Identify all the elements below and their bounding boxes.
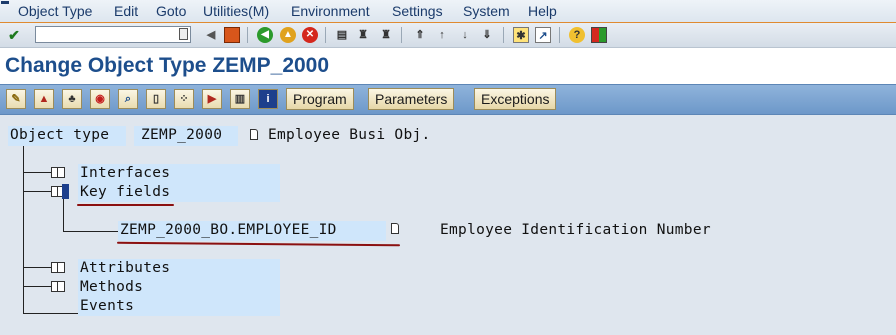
hierarchy-icon[interactable]: ♣	[62, 89, 82, 109]
key-field-name[interactable]: ZEMP_2000_BO.EMPLOYEE_ID	[120, 222, 337, 238]
back-icon[interactable]: ◀	[257, 27, 273, 43]
new-doc-icon[interactable]: ▯	[146, 89, 166, 109]
tree-branch	[23, 191, 51, 192]
application-toolbar: ✎ ▲ ♣ ◉ ⌕ ▯ ⁘ ▶ ▥ i Program Parameters E…	[0, 84, 896, 115]
tree-line-sub	[63, 199, 64, 231]
node-events[interactable]: Events	[80, 298, 134, 314]
menu-utilities[interactable]: Utilities(M)	[203, 3, 269, 19]
info-icon[interactable]: i	[258, 89, 278, 109]
expand-folder-icon[interactable]	[51, 167, 65, 178]
tree-branch	[63, 231, 118, 232]
command-field[interactable]	[35, 26, 191, 43]
program-button[interactable]: Program	[286, 88, 354, 110]
find-next-icon[interactable]: ♜	[378, 27, 394, 43]
help-icon[interactable]: ?	[569, 27, 585, 43]
menu-object-type[interactable]: Object Type	[18, 3, 92, 19]
tree-branch	[23, 313, 78, 314]
forward-icon[interactable]: ▶	[202, 89, 222, 109]
menu-system[interactable]: System	[463, 3, 510, 19]
menu-edit[interactable]: Edit	[114, 3, 138, 19]
document-icon	[391, 223, 399, 234]
shortcut-icon[interactable]: ↗	[535, 27, 551, 43]
last-page-icon[interactable]: ⇓	[479, 27, 495, 43]
next-page-icon[interactable]: ↓	[457, 27, 473, 43]
system-menu-icon[interactable]	[1, 1, 9, 4]
node-methods[interactable]: Methods	[80, 279, 143, 295]
print-icon[interactable]: ▤	[334, 27, 350, 43]
key-field-description: Employee Identification Number	[440, 222, 711, 238]
expand-folder-icon[interactable]	[51, 281, 65, 292]
page-title: Change Object Type ZEMP_2000	[5, 54, 330, 77]
tree-branch	[23, 286, 51, 287]
back-arrow-icon[interactable]: ◀	[203, 27, 219, 43]
parameters-button[interactable]: Parameters	[368, 88, 455, 110]
node-interfaces[interactable]: Interfaces	[80, 165, 170, 181]
first-page-icon[interactable]: ⇑	[412, 27, 428, 43]
title-bar: Change Object Type ZEMP_2000	[0, 48, 896, 84]
menu-bar: Object Type Edit Goto Utilities(M) Envir…	[0, 0, 896, 23]
expand-folder-icon[interactable]	[51, 262, 65, 273]
annotation-underline	[77, 204, 174, 206]
target-icon[interactable]: ◉	[90, 89, 110, 109]
edit-icon[interactable]: ✎	[6, 89, 26, 109]
document-icon	[250, 129, 258, 140]
menu-goto[interactable]: Goto	[156, 3, 186, 19]
annotation-underline	[116, 241, 401, 247]
trash-icon[interactable]: ▥	[230, 89, 250, 109]
dots-icon[interactable]: ⁘	[174, 89, 194, 109]
root-description: Employee Busi Obj.	[268, 127, 431, 143]
magnifier-icon[interactable]: ⌕	[118, 89, 138, 109]
previous-page-icon[interactable]: ↑	[434, 27, 450, 43]
save-icon[interactable]	[224, 27, 240, 43]
cursor-marker	[62, 184, 69, 199]
root-name[interactable]: ZEMP_2000	[141, 127, 222, 143]
node-key-fields[interactable]: Key fields	[80, 184, 170, 200]
hat-icon[interactable]: ▲	[34, 89, 54, 109]
menu-environment[interactable]: Environment	[291, 3, 370, 19]
enter-icon[interactable]: ✔	[6, 27, 22, 43]
find-icon[interactable]: ♜	[355, 27, 371, 43]
create-session-icon[interactable]: ✱	[513, 27, 529, 43]
tree-branch	[23, 172, 51, 173]
node-attributes[interactable]: Attributes	[80, 260, 170, 276]
exit-icon[interactable]: ▲	[280, 27, 296, 43]
cancel-icon[interactable]: ✕	[302, 27, 318, 43]
tree-branch	[23, 267, 51, 268]
root-label[interactable]: Object type	[10, 127, 109, 143]
menu-settings[interactable]: Settings	[392, 3, 443, 19]
command-history-icon[interactable]	[179, 28, 188, 40]
menu-help[interactable]: Help	[528, 3, 557, 19]
layout-icon[interactable]	[591, 27, 607, 43]
exceptions-button[interactable]: Exceptions	[474, 88, 557, 110]
